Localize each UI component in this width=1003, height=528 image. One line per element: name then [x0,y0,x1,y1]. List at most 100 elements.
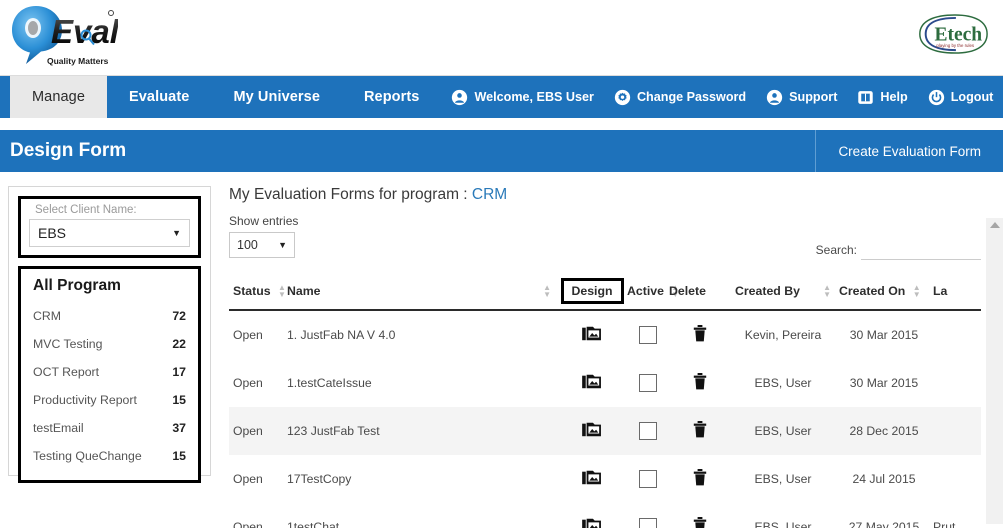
program-list-highlight: All Program CRM 72 MVC Testing 22 OCT Re… [18,266,201,483]
program-name: OCT Report [33,365,100,379]
chevron-down-icon: ▼ [278,240,287,250]
cell-design [557,503,627,528]
vertical-scrollbar[interactable] [986,218,1003,524]
cell-name: 1.testCateIssue [287,376,372,390]
design-folder-icon[interactable] [582,325,602,345]
show-entries-control: Show entries 100 ▼ [229,214,298,258]
cell-created-by: EBS, User [754,472,812,486]
sidebar-item-testemail[interactable]: testEmail 37 [33,414,186,442]
svg-text:Etech: Etech [934,24,982,45]
page-title-bar: Design Form Create Evaluation Form [0,130,1003,172]
sidebar: Select Client Name: EBS ▼ All Program CR… [8,186,211,483]
column-header-delete[interactable]: Delete [669,274,731,311]
cell-name: 17TestCopy [287,472,352,486]
table-row[interactable]: Open 17TestCopy EBS, User 24 Jul 2015 [229,455,981,503]
design-folder-icon[interactable] [582,517,602,528]
column-header-active[interactable]: Active ▲ ▼ [627,274,679,311]
table-row[interactable]: Open 1.testCateIssue EBS, User 30 Mar 20… [229,359,981,407]
column-header-created-by[interactable]: Created By ▲ ▼ [731,274,835,311]
column-header-design[interactable]: Design [557,274,627,311]
column-header-created-on[interactable]: Created On ▲ ▼ [835,274,933,311]
qeval-logo: Eval Quality Matters [12,6,118,66]
delete-trash-icon[interactable] [693,517,707,528]
table-header: Status ▲ ▼ Name ▲ ▼ Design Active ▲ ▼ De… [229,274,981,311]
show-entries-value: 100 [237,238,258,252]
active-checkbox[interactable] [639,422,657,440]
delete-trash-icon[interactable] [693,421,707,441]
cell-delete [669,310,731,359]
help-link[interactable]: Help [847,89,917,106]
column-header-last[interactable]: La [933,274,981,311]
cell-active [627,359,669,407]
design-folder-icon[interactable] [582,469,602,489]
sidebar-item-crm[interactable]: CRM 72 [33,302,186,330]
cell-created-on: 30 Mar 2015 [849,328,919,342]
change-password-link[interactable]: Change Password [604,89,756,106]
sidebar-item-mvc-testing[interactable]: MVC Testing 22 [33,330,186,358]
program-count: 72 [172,309,186,323]
active-checkbox[interactable] [639,518,657,528]
evaluation-forms-table-wrapper: Status ▲ ▼ Name ▲ ▼ Design Active ▲ ▼ De… [229,274,981,528]
cell-created-on: 24 Jul 2015 [852,472,916,486]
logo-tagline: Quality Matters [47,56,109,66]
column-header-status[interactable]: Status ▲ ▼ [229,274,287,311]
sort-icon: ▲ ▼ [823,283,831,299]
page-content: Select Client Name: EBS ▼ All Program CR… [0,172,1003,528]
active-checkbox[interactable] [639,470,657,488]
cell-created-by: EBS, User [754,520,812,528]
program-list-title: All Program [33,277,121,294]
cell-status: Open [233,376,263,390]
design-folder-icon[interactable] [582,421,602,441]
create-evaluation-form-button[interactable]: Create Evaluation Form [815,130,1003,172]
show-entries-select[interactable]: 100 ▼ [229,232,295,258]
table-row[interactable]: Open 123 JustFab Test EBS, User 28 Dec 2… [229,407,981,455]
chevron-down-icon: ▼ [172,228,181,238]
search-label: Search: [815,243,857,257]
scroll-up-arrow-icon[interactable] [989,222,1000,228]
program-count: 17 [172,365,186,379]
cell-created-on: 30 Mar 2015 [849,376,919,390]
cell-status: Open [233,424,263,438]
cell-design [557,455,627,503]
delete-trash-icon[interactable] [693,469,707,489]
cell-delete [669,455,731,503]
design-folder-icon[interactable] [582,373,602,393]
logout-link[interactable]: Logout [918,89,1003,106]
welcome-user-link[interactable]: Welcome, EBS User [441,89,603,106]
main-navigation: Manage Evaluate My Universe Reports Welc… [0,76,1003,118]
cell-created-by: Kevin, Pereira [744,328,822,342]
cell-active [627,310,669,359]
design-column-highlight: Design [560,278,624,304]
active-checkbox[interactable] [639,326,657,344]
sidebar-item-testing-quechange[interactable]: Testing QueChange 15 [33,442,186,470]
nav-item-my-universe[interactable]: My Universe [211,76,342,118]
column-header-design-label: Design [571,284,613,298]
user-icon [451,89,468,106]
table-row[interactable]: Open 1. JustFab NA V 4.0 Kevin, Pereira … [229,310,981,359]
delete-trash-icon[interactable] [693,325,707,345]
client-select-label: Select Client Name: [35,204,137,216]
nav-item-reports[interactable]: Reports [342,76,442,118]
sidebar-item-productivity-report[interactable]: Productivity Report 15 [33,386,186,414]
sort-icon: ▲ ▼ [912,283,921,300]
etech-logo: Etech playing by the rules [919,14,988,54]
client-select[interactable]: EBS ▼ [29,219,190,247]
cell-name: 1testChat [287,520,340,528]
sidebar-item-oct-report[interactable]: OCT Report 17 [33,358,186,386]
cell-created-by: EBS, User [754,424,812,438]
active-checkbox[interactable] [639,374,657,392]
column-header-name-label: Name [287,284,321,298]
nav-item-evaluate[interactable]: Evaluate [107,76,211,118]
power-icon [928,89,945,106]
support-label: Support [789,90,838,104]
evaluation-forms-table: Status ▲ ▼ Name ▲ ▼ Design Active ▲ ▼ De… [229,274,981,528]
support-link[interactable]: Support [756,89,847,106]
book-icon [857,89,874,106]
table-row[interactable]: Open 1testChat EBS, User 27 May 2015 Pru… [229,503,981,528]
nav-item-my-universe-label: My Universe [233,89,320,105]
search-input[interactable] [861,240,981,260]
delete-trash-icon[interactable] [693,373,707,393]
nav-item-manage[interactable]: Manage [10,76,107,118]
nav-item-evaluate-label: Evaluate [129,89,190,105]
column-header-name[interactable]: Name ▲ ▼ [287,274,557,311]
